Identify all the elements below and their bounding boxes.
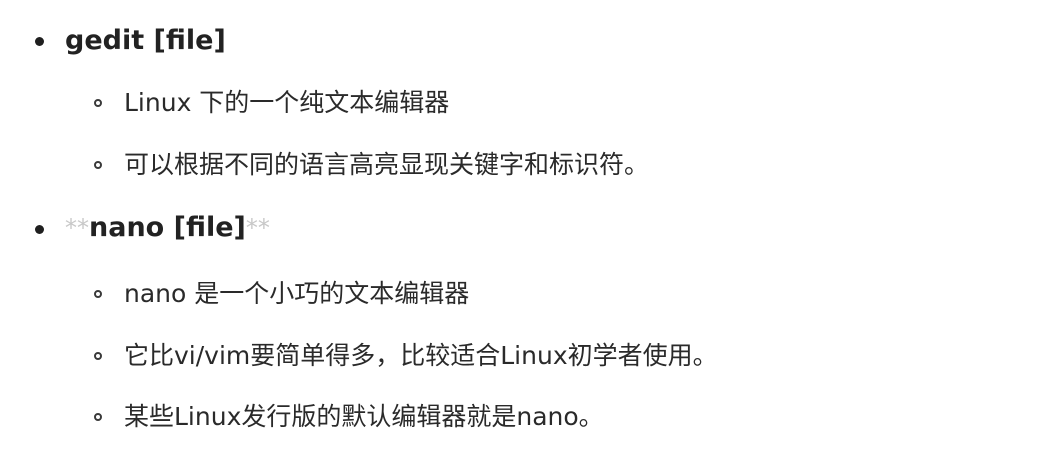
bullet-circle bbox=[94, 290, 102, 298]
bullet-circle bbox=[94, 99, 102, 107]
bullet-disc bbox=[35, 225, 44, 234]
heading-label: gedit [file] bbox=[65, 25, 226, 56]
bullet-circle bbox=[94, 413, 102, 421]
list-item-heading: **nano [file]** bbox=[65, 211, 270, 245]
bullet-circle bbox=[94, 352, 102, 360]
markdown-marks-close: ** bbox=[245, 214, 270, 242]
list-item-heading: gedit [file] bbox=[65, 24, 226, 58]
list-subitem: Linux 下的一个纯文本编辑器 bbox=[124, 88, 450, 117]
list-subitem: 可以根据不同的语言高亮显现关键字和标识符。 bbox=[124, 150, 650, 179]
bullet-circle bbox=[94, 161, 102, 169]
bullet-disc bbox=[35, 37, 44, 46]
document-list: gedit [file] Linux 下的一个纯文本编辑器 可以根据不同的语言高… bbox=[0, 0, 1037, 465]
list-subitem: 它比vi/vim要简单得多，比较适合Linux初学者使用。 bbox=[124, 341, 718, 370]
heading-label: nano [file] bbox=[89, 212, 246, 243]
markdown-marks-open: ** bbox=[65, 214, 89, 242]
list-subitem: 某些Linux发行版的默认编辑器就是nano。 bbox=[124, 402, 604, 431]
list-subitem: nano 是一个小巧的文本编辑器 bbox=[124, 279, 470, 308]
